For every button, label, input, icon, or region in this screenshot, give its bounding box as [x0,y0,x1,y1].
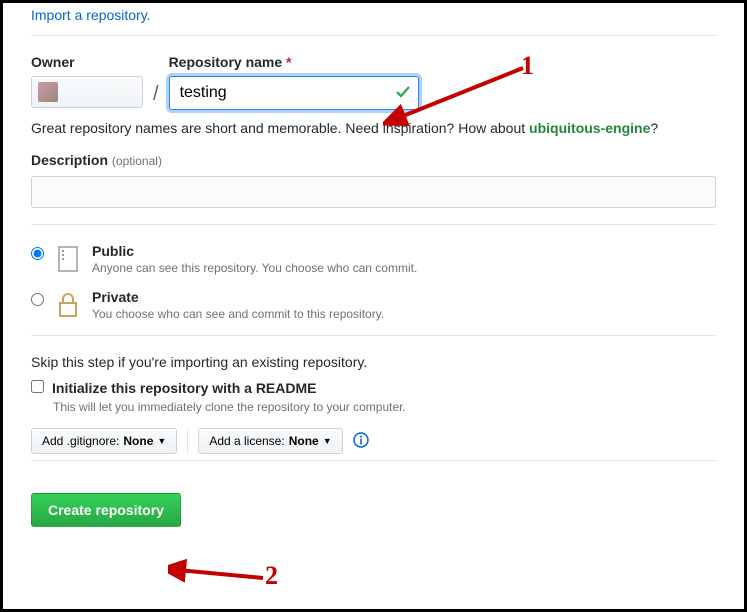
repo-name-hint: Great repository names are short and mem… [31,120,716,136]
chevron-down-icon: ▼ [157,436,166,446]
readme-checkbox[interactable] [31,380,44,393]
readme-label: Initialize this repository with a README [52,380,316,396]
avatar [38,82,58,102]
lock-icon [54,289,82,319]
arrow-annotation-2 [168,553,278,593]
slash-separator: / [153,83,159,110]
readme-desc: This will let you immediately clone the … [53,400,716,414]
chevron-down-icon: ▼ [323,436,332,446]
suggestion-link[interactable]: ubiquitous-engine [529,120,650,136]
create-repository-button[interactable]: Create repository [31,493,181,527]
public-title: Public [92,243,417,259]
description-input[interactable] [31,176,716,208]
repo-name-label: Repository name * [169,54,419,70]
divider [31,35,716,36]
private-desc: You choose who can see and commit to thi… [92,307,384,321]
optional-hint: (optional) [112,154,162,168]
gitignore-dropdown[interactable]: Add .gitignore: None▼ [31,428,177,454]
repo-icon [54,243,82,273]
owner-label: Owner [31,54,143,70]
divider [187,429,188,453]
import-repository-link[interactable]: Import a repository. [31,7,151,23]
check-icon [395,84,411,103]
skip-text: Skip this step if you're importing an ex… [31,354,716,370]
divider [31,224,716,225]
divider [31,335,716,336]
annotation-number-2: 2 [265,561,278,591]
private-radio[interactable] [31,293,44,306]
info-icon[interactable] [353,432,369,451]
divider [31,460,716,461]
repo-name-input[interactable] [169,76,419,110]
owner-selector[interactable] [31,76,143,108]
description-label: Description [31,152,108,168]
private-title: Private [92,289,384,305]
public-radio[interactable] [31,247,44,260]
license-dropdown[interactable]: Add a license: None▼ [198,428,342,454]
public-desc: Anyone can see this repository. You choo… [92,261,417,275]
